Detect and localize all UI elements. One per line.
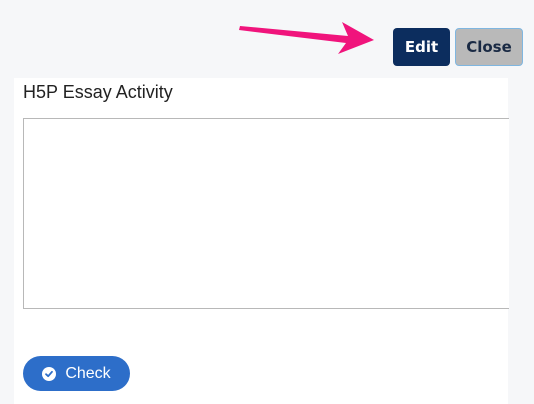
pointer-arrow-icon — [239, 22, 374, 54]
checkmark-circle-icon — [42, 366, 57, 381]
edit-button[interactable]: Edit — [393, 28, 450, 66]
check-button[interactable]: Check — [23, 356, 130, 391]
activity-title: H5P Essay Activity — [23, 82, 173, 102]
close-button[interactable]: Close — [455, 28, 523, 66]
check-button-label: Check — [65, 364, 111, 382]
essay-input[interactable] — [23, 118, 509, 309]
